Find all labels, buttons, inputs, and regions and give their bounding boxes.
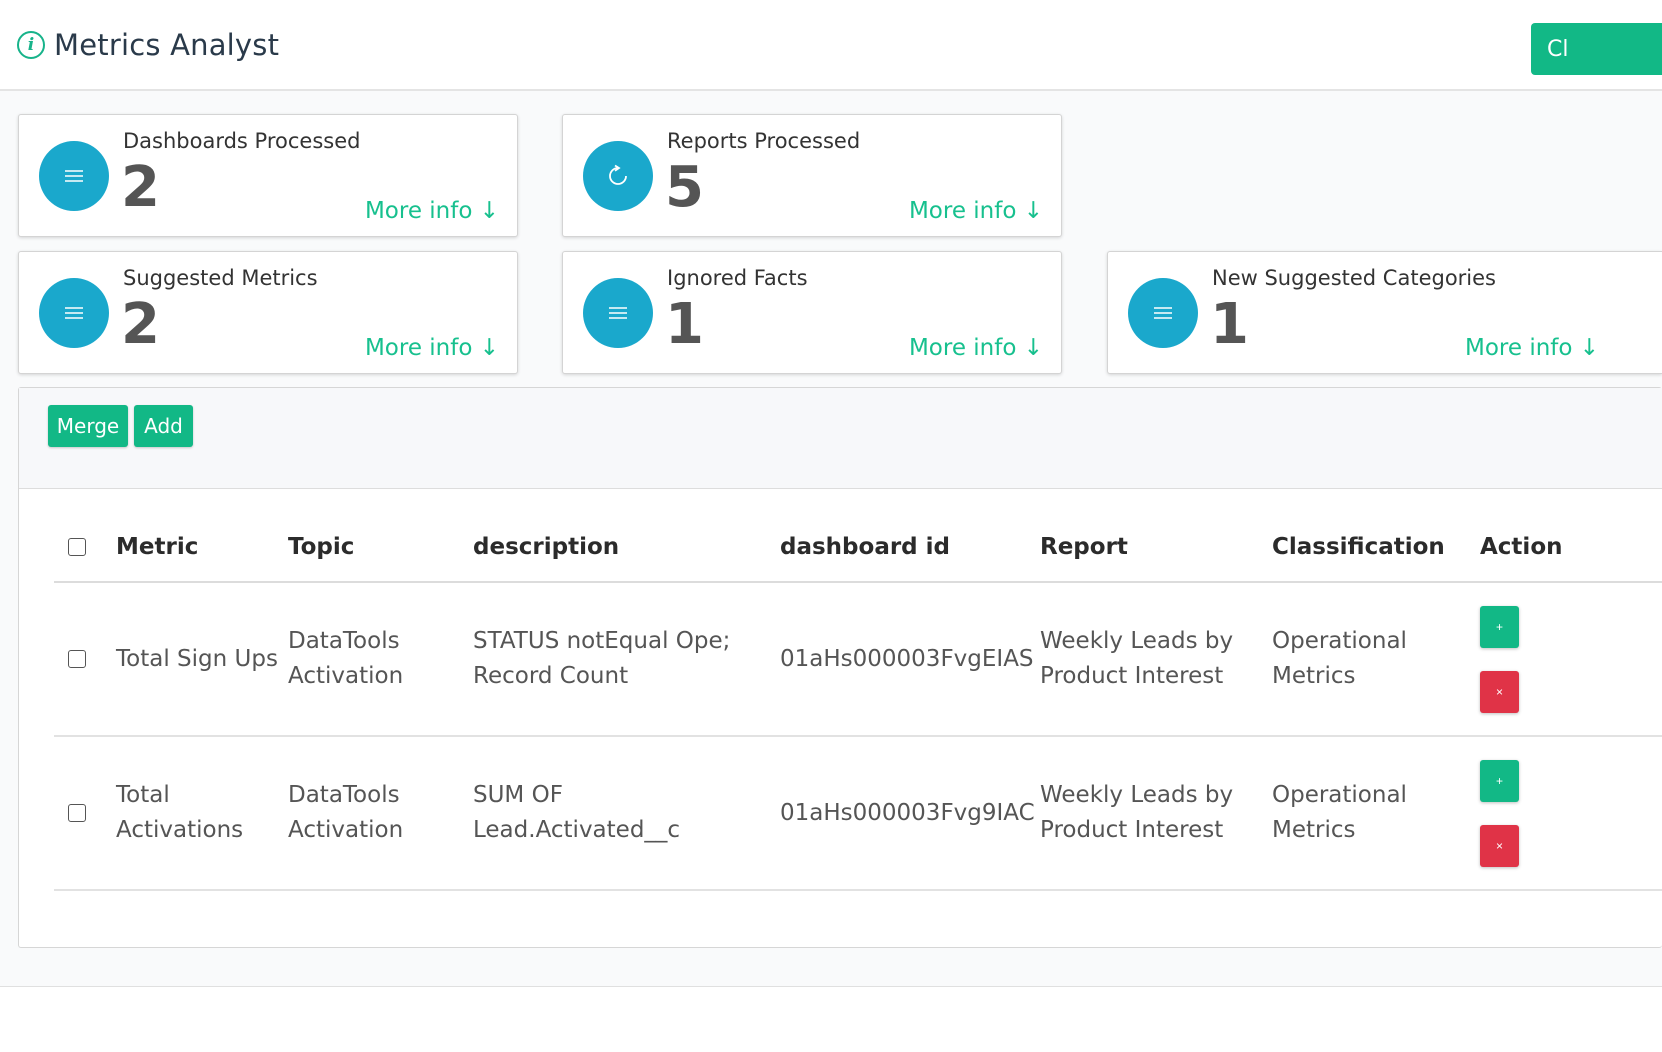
approve-row-button[interactable]: + — [1480, 605, 1519, 648]
approve-row-button[interactable]: + — [1480, 759, 1519, 802]
stat-label: New Suggested Categories — [1212, 266, 1496, 290]
cell-action: + × — [1480, 582, 1662, 737]
more-info-link[interactable]: More info ↓ — [909, 198, 1043, 224]
stat-card-suggested-metrics: Suggested Metrics 2 More info ↓ — [18, 251, 518, 374]
refresh-icon — [583, 141, 653, 211]
menu-icon — [1128, 278, 1198, 348]
select-all-checkbox[interactable] — [68, 538, 86, 556]
stat-label: Reports Processed — [667, 129, 861, 153]
column-header-dashboard-id[interactable]: dashboard id — [780, 513, 1040, 583]
metrics-table-wrapper: Metric Topic description dashboard id Re… — [54, 513, 1662, 891]
menu-icon — [583, 278, 653, 348]
row-select-cell — [54, 582, 116, 737]
more-info-link[interactable]: More info ↓ — [1465, 335, 1599, 361]
column-header-description[interactable]: description — [473, 513, 780, 583]
column-header-classification[interactable]: Classification — [1272, 513, 1480, 583]
panel-toolbar: Merge Add — [19, 388, 1662, 489]
top-navbar: i Metrics Analyst Cl — [0, 0, 1662, 91]
table-row: Total Sign Ups DataTools Activation STAT… — [54, 582, 1662, 737]
row-select-cell — [54, 736, 116, 891]
select-all-cell — [54, 513, 116, 583]
stat-card-dashboards-processed: Dashboards Processed 2 More info ↓ — [18, 114, 518, 237]
stat-card-ignored-facts: Ignored Facts 1 More info ↓ — [562, 251, 1062, 374]
cell-dashboard-id: 01aHs000003FvgEIAS — [780, 582, 1040, 737]
cell-action: + × — [1480, 736, 1662, 891]
table-header-row: Metric Topic description dashboard id Re… — [54, 513, 1662, 583]
stat-value: 2 — [121, 292, 160, 357]
cell-report: Weekly Leads by Product Interest — [1040, 582, 1272, 737]
cell-topic: DataTools Activation — [288, 736, 473, 891]
cell-dashboard-id: 01aHs000003Fvg9IAC — [780, 736, 1040, 891]
cell-metric: Total Sign Ups — [116, 582, 288, 737]
more-info-link[interactable]: More info ↓ — [365, 198, 499, 224]
cell-description: SUM OF Lead.Activated__c — [473, 736, 780, 891]
stat-value: 1 — [1210, 292, 1249, 357]
cell-report: Weekly Leads by Product Interest — [1040, 736, 1272, 891]
stat-value: 2 — [121, 155, 160, 220]
cell-metric: Total Activations — [116, 736, 288, 891]
metrics-table: Metric Topic description dashboard id Re… — [54, 513, 1662, 891]
brand[interactable]: i Metrics Analyst — [17, 28, 279, 62]
cell-description: STATUS notEqual Ope; Record Count — [473, 582, 780, 737]
app-title: Metrics Analyst — [54, 28, 280, 62]
table-row: Total Activations DataTools Activation S… — [54, 736, 1662, 891]
row-checkbox[interactable] — [68, 650, 86, 668]
info-icon: i — [17, 31, 45, 59]
column-header-topic[interactable]: Topic — [288, 513, 473, 583]
stat-card-reports-processed: Reports Processed 5 More info ↓ — [562, 114, 1062, 237]
cell-classification: Operational Metrics — [1272, 736, 1480, 891]
stat-label: Ignored Facts — [667, 266, 808, 290]
more-info-link[interactable]: More info ↓ — [909, 335, 1043, 361]
delete-row-button[interactable]: × — [1480, 670, 1519, 713]
column-header-action: Action — [1480, 513, 1662, 583]
merge-button[interactable]: Merge — [48, 405, 128, 447]
more-info-link[interactable]: More info ↓ — [365, 335, 499, 361]
stat-card-new-suggested-categories: New Suggested Categories 1 More info ↓ — [1107, 251, 1662, 374]
delete-row-button[interactable]: × — [1480, 824, 1519, 867]
column-header-metric[interactable]: Metric — [116, 513, 288, 583]
stat-value: 1 — [665, 292, 704, 357]
menu-icon — [39, 278, 109, 348]
stat-label: Suggested Metrics — [123, 266, 318, 290]
cell-classification: Operational Metrics — [1272, 582, 1480, 737]
cell-topic: DataTools Activation — [288, 582, 473, 737]
header-action-button[interactable]: Cl — [1531, 23, 1662, 75]
column-header-report[interactable]: Report — [1040, 513, 1272, 583]
stat-label: Dashboards Processed — [123, 129, 361, 153]
menu-icon — [39, 141, 109, 211]
stat-value: 5 — [665, 155, 704, 220]
row-checkbox[interactable] — [68, 804, 86, 822]
add-button[interactable]: Add — [134, 405, 193, 447]
metrics-panel: Merge Add Metric Topic description dashb… — [18, 387, 1662, 948]
